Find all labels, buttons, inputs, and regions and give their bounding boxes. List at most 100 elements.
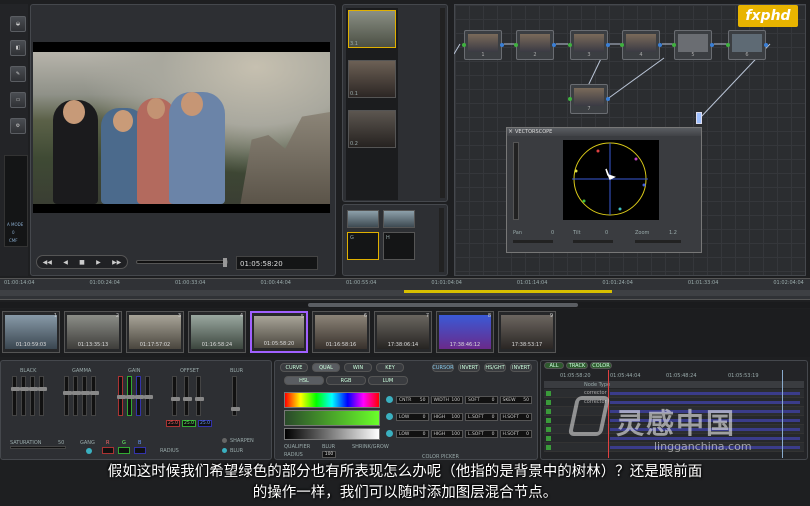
tab-curve[interactable]: CURVE <box>280 363 308 372</box>
gain-slider-g[interactable] <box>126 376 135 416</box>
gain-slider-y[interactable] <box>144 376 153 416</box>
invert-button[interactable]: INVERT <box>458 363 480 372</box>
gallery-scrollbar[interactable] <box>440 8 445 198</box>
clip-thumbnail[interactable]: 6 01:16:58:16 <box>312 311 370 353</box>
gang-r-value[interactable] <box>102 447 114 454</box>
kf-row-toggle[interactable] <box>546 391 551 396</box>
blur-slider[interactable] <box>231 376 240 416</box>
qual-field[interactable]: L.SOFT 0 <box>465 430 498 438</box>
kf-color-button[interactable]: COLOR <box>590 362 612 369</box>
gang-g-value[interactable] <box>118 447 130 454</box>
gamma-slider-r[interactable] <box>63 376 72 416</box>
gamma-slider-y[interactable] <box>90 376 99 416</box>
memory-slot-g[interactable]: G <box>347 232 379 260</box>
gain-slider-b[interactable] <box>135 376 144 416</box>
gallery-still[interactable]: 3.1 <box>348 10 396 48</box>
offset-slider-g[interactable] <box>183 376 192 416</box>
vectorscope-side-slider[interactable] <box>513 142 519 220</box>
kf-track-bar[interactable] <box>610 392 800 395</box>
qual-field[interactable]: SKEW 50 <box>499 396 532 404</box>
clip-thumbnail[interactable]: 8 17:38:46:12 <box>436 311 494 353</box>
sat-enable[interactable] <box>386 413 393 420</box>
gamma-slider-g[interactable] <box>72 376 81 416</box>
subtab-hsl[interactable]: HSL <box>284 376 324 385</box>
play-reverse-icon[interactable]: ◀ <box>63 259 68 266</box>
kf-marker[interactable] <box>782 370 783 458</box>
qual-field[interactable]: HIGH 100 <box>430 430 463 438</box>
black-slider-g[interactable] <box>20 376 29 416</box>
jog-slider[interactable] <box>136 258 228 267</box>
kf-all-button[interactable]: ALL <box>544 362 564 369</box>
qual-field[interactable]: SOFT 0 <box>465 396 498 404</box>
node[interactable]: 1 <box>462 30 504 60</box>
tool-button-3[interactable]: ✎ <box>10 66 26 82</box>
saturation-bar[interactable] <box>284 410 380 426</box>
kf-row-toggle[interactable] <box>546 409 551 414</box>
blur-radio[interactable] <box>222 448 227 453</box>
cursor-button[interactable]: CURSOR <box>432 363 454 372</box>
kf-row-toggle[interactable] <box>546 436 551 441</box>
rewind-icon[interactable]: ◀◀ <box>43 259 52 266</box>
qual-field[interactable]: WIDTH 100 <box>430 396 463 404</box>
saturation-slider[interactable] <box>10 446 66 449</box>
stop-icon[interactable]: ■ <box>79 259 85 266</box>
viewer-image[interactable] <box>33 52 330 204</box>
timeline-scroll-thumb[interactable] <box>308 303 578 307</box>
qual-field[interactable]: HIGH 100 <box>430 413 463 421</box>
invert-button-2[interactable]: INVERT <box>510 363 532 372</box>
gang-toggle[interactable] <box>86 448 92 454</box>
offset-value-g[interactable]: 25.0 <box>182 420 196 427</box>
hue-enable[interactable] <box>386 396 393 403</box>
close-icon[interactable]: × <box>508 128 513 135</box>
black-slider-r[interactable] <box>11 376 20 416</box>
qual-radius-value[interactable]: 100 <box>322 451 336 458</box>
node[interactable]: 5 <box>672 30 714 60</box>
subtab-lum[interactable]: LUM <box>368 376 408 385</box>
qual-field[interactable]: LOW 0 <box>396 430 429 438</box>
offset-slider-b[interactable] <box>195 376 204 416</box>
offset-slider-r[interactable] <box>171 376 180 416</box>
luminance-bar[interactable] <box>284 428 380 440</box>
node[interactable]: 2 <box>514 30 556 60</box>
gain-slider-r[interactable] <box>117 376 126 416</box>
kf-row-toggle[interactable] <box>546 445 551 450</box>
vectorscope-pan-slider[interactable] <box>513 240 553 243</box>
gallery-still[interactable]: 0.1 <box>348 60 396 98</box>
kf-row-toggle[interactable] <box>546 418 551 423</box>
gamma-slider-b[interactable] <box>81 376 90 416</box>
qual-field[interactable]: CNTR 50 <box>396 396 429 404</box>
tool-button-4[interactable]: ▭ <box>10 92 26 108</box>
subtab-rgb[interactable]: RGB <box>326 376 366 385</box>
highlight-button[interactable]: HS/GHT <box>484 363 506 372</box>
clip-thumbnail[interactable]: 9 17:38:53:17 <box>498 311 556 353</box>
fast-forward-icon[interactable]: ▶▶ <box>112 259 121 266</box>
tab-win[interactable]: WIN <box>344 363 372 372</box>
play-icon[interactable]: ▶ <box>96 259 101 266</box>
clip-thumbnail[interactable]: 1 01:10:59:03 <box>2 311 60 353</box>
tool-button-5[interactable]: ⚙ <box>10 118 26 134</box>
jog-slider-handle[interactable] <box>223 258 227 267</box>
tool-button-1[interactable]: ◒ <box>10 16 26 32</box>
qual-field[interactable]: H.SOFT 0 <box>499 430 532 438</box>
output-connector[interactable] <box>696 112 702 124</box>
timeline-scrollbar[interactable] <box>0 302 810 308</box>
kf-row-toggle[interactable] <box>546 427 551 432</box>
offset-value-b[interactable]: 25.0 <box>198 420 212 427</box>
node[interactable]: 3 <box>568 30 610 60</box>
offset-value-r[interactable]: 25.0 <box>166 420 180 427</box>
black-slider-y[interactable] <box>38 376 47 416</box>
gallery-still[interactable]: 0.2 <box>348 110 396 148</box>
qual-field[interactable]: LOW 0 <box>396 413 429 421</box>
black-slider-b[interactable] <box>29 376 38 416</box>
kf-track-button[interactable]: TRACK <box>566 362 588 369</box>
node[interactable]: 7 <box>568 84 610 114</box>
tab-key[interactable]: KEY <box>376 363 404 372</box>
sharpen-radio[interactable] <box>222 438 227 443</box>
clip-thumbnail[interactable]: 7 17:38:06:14 <box>374 311 432 353</box>
memory-slot-h[interactable]: H <box>383 232 415 260</box>
clip-thumbnail[interactable]: 2 01:13:35:13 <box>64 311 122 353</box>
kf-playhead[interactable] <box>608 370 609 458</box>
vectorscope-tilt-slider[interactable] <box>573 240 613 243</box>
clip-thumbnail[interactable]: 3 01:17:57:02 <box>126 311 184 353</box>
node[interactable]: 6 <box>726 30 768 60</box>
